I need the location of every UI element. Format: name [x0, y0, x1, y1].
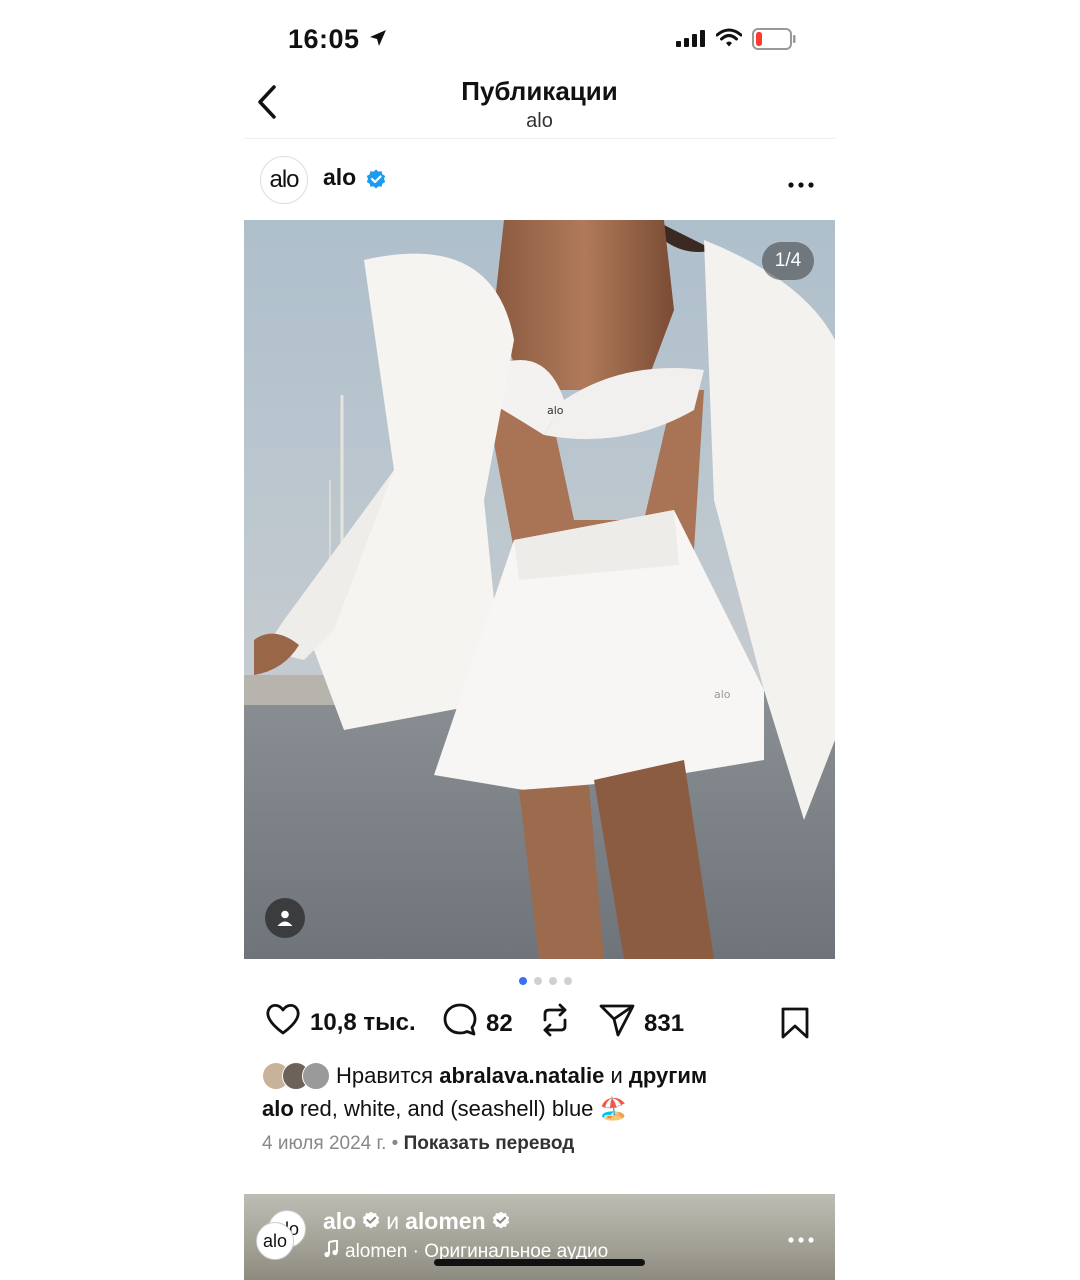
repost-group[interactable] — [539, 1002, 571, 1045]
carousel-dot — [549, 977, 557, 985]
photo-counter: 1/4 — [762, 242, 814, 280]
shares-count: 831 — [644, 1009, 685, 1037]
liked-by-others[interactable]: другим — [629, 1063, 707, 1089]
liked-by-prefix: Нравится — [336, 1063, 434, 1088]
location-arrow-icon — [368, 28, 388, 53]
next-post-header: alo alo alo и alomen alome — [244, 1194, 835, 1280]
bookmark-icon[interactable] — [780, 1006, 810, 1045]
caption-username[interactable]: alo — [262, 1096, 294, 1121]
next-user-1[interactable]: alo — [323, 1208, 356, 1235]
comment-icon[interactable] — [442, 1002, 478, 1045]
battery-icon — [752, 28, 796, 55]
instagram-screen: 16:05 Публикации alo alo alo alo alo 1/4… — [244, 0, 835, 1280]
more-icon[interactable] — [788, 175, 814, 193]
verified-badge-icon — [362, 1208, 380, 1235]
liked-by-joiner: и — [610, 1063, 623, 1088]
share-group[interactable]: 831 — [598, 1002, 684, 1045]
verified-badge-icon — [366, 169, 386, 194]
svg-text:alo: alo — [714, 688, 731, 701]
avatar[interactable]: alo — [260, 156, 308, 204]
page-subtitle: alo — [526, 110, 553, 132]
liker-avatar — [302, 1062, 330, 1090]
post-username[interactable]: alo — [323, 164, 356, 191]
home-indicator[interactable] — [434, 1259, 645, 1266]
repost-icon[interactable] — [539, 1002, 571, 1045]
carousel-dot — [534, 977, 542, 985]
post-caption: alo red, white, and (seashell) blue 🏖️ — [262, 1096, 822, 1122]
next-post-users: alo и alomen — [323, 1208, 510, 1235]
next-user-2[interactable]: alomen — [405, 1208, 486, 1235]
post-photo[interactable]: alo alo 1/4 — [244, 220, 835, 959]
action-bar: 10,8 тыс. 82 831 — [244, 1002, 835, 1046]
nav-bar: Публикации alo — [244, 70, 835, 139]
music-note-icon — [323, 1239, 339, 1264]
carousel-dot — [519, 977, 527, 985]
comments-count: 82 — [486, 1009, 513, 1037]
next-joiner: и — [386, 1208, 400, 1234]
post-header: alo alo — [244, 150, 835, 210]
caption-text: red, white, and (seashell) blue 🏖️ — [299, 1096, 627, 1121]
signal-icon — [676, 30, 708, 53]
liked-by-user[interactable]: abralava.natalie — [439, 1063, 604, 1089]
heart-icon[interactable] — [264, 1002, 302, 1043]
tag-person-icon[interactable] — [265, 898, 305, 938]
verified-badge-icon — [492, 1208, 510, 1235]
avatar[interactable]: alo — [256, 1222, 294, 1260]
likes-count: 10,8 тыс. — [310, 1008, 416, 1036]
page-title: Публикации — [461, 76, 618, 106]
carousel-dot — [564, 977, 572, 985]
carousel-indicator — [244, 977, 835, 985]
status-bar: 16:05 — [244, 0, 835, 70]
translate-link[interactable]: Показать перевод — [404, 1133, 575, 1154]
photo-illustration: alo alo — [244, 220, 835, 959]
like-group[interactable]: 10,8 тыс. — [264, 1002, 416, 1043]
post-meta: 4 июля 2024 г. • Показать перевод — [262, 1133, 574, 1155]
liked-by-line[interactable]: Нравится abralava.natalie и другим — [262, 1062, 822, 1090]
svg-text:alo: alo — [547, 404, 564, 417]
post-date: 4 июля 2024 г. — [262, 1133, 387, 1154]
liker-avatars — [262, 1062, 332, 1090]
status-time: 16:05 — [288, 24, 360, 54]
more-icon[interactable] — [788, 1230, 814, 1248]
wifi-icon — [715, 28, 743, 53]
comment-group[interactable]: 82 — [442, 1002, 513, 1045]
share-icon[interactable] — [598, 1002, 636, 1045]
meta-separator: • — [391, 1133, 399, 1154]
